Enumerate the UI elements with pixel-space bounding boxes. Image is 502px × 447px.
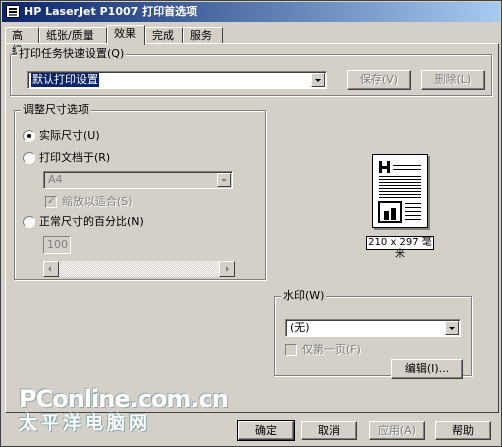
- print-document-on-label: 打印文档于(R): [39, 151, 111, 164]
- window-title: HP LaserJet P1007 打印首选项: [24, 5, 198, 18]
- quick-sets-value: 默认打印设置: [31, 73, 99, 87]
- chevron-down-icon[interactable]: [217, 173, 231, 187]
- first-page-only-label: 仅第一页(F): [302, 343, 361, 356]
- watermark-value: (无): [290, 321, 310, 334]
- help-button[interactable]: 帮助: [435, 421, 491, 440]
- percent-slider[interactable]: [43, 261, 235, 277]
- tab-effects[interactable]: 效果: [107, 25, 145, 45]
- percent-of-normal-label: 正常尺寸的百分比(N): [39, 215, 144, 228]
- save-quickset-button[interactable]: 保存(V): [347, 70, 411, 90]
- watermarks-group-label: 水印(W): [281, 289, 327, 303]
- printer-icon: [6, 5, 20, 18]
- page-preview: [372, 154, 428, 228]
- quick-sets-group: 打印任务快速设置(Q) 默认打印设置 保存(V) 删除(L): [10, 47, 492, 96]
- quick-sets-group-label: 打印任务快速设置(Q): [17, 47, 127, 61]
- paper-size-caption: 210 x 297 毫米: [366, 236, 434, 260]
- title-bar[interactable]: HP LaserJet P1007 打印首选项: [2, 2, 500, 22]
- resizing-options-group-label: 调整尺寸选项: [21, 103, 91, 117]
- printing-preferences-window: HP LaserJet P1007 打印首选项 高级 纸张/质量 效果 完成 服…: [0, 0, 502, 447]
- scale-to-fit-label: 缩放以适合(S): [62, 195, 133, 208]
- tab-advanced[interactable]: 高级: [5, 27, 39, 57]
- scroll-left-icon[interactable]: [43, 261, 59, 277]
- checkbox-indicator[interactable]: [285, 344, 297, 356]
- tab-services[interactable]: 服务: [183, 27, 223, 44]
- edit-watermark-button[interactable]: 编辑(I)...: [391, 359, 463, 379]
- paper-size-dropdown[interactable]: A4: [43, 171, 233, 189]
- scroll-right-icon[interactable]: [219, 261, 235, 277]
- scale-to-fit-checkbox[interactable]: 缩放以适合(S): [45, 194, 195, 209]
- percent-input[interactable]: 100: [43, 236, 71, 254]
- actual-size-radio[interactable]: 实际尺寸(U): [23, 129, 203, 143]
- actual-size-label: 实际尺寸(U): [39, 129, 100, 142]
- delete-quickset-button[interactable]: 删除(L): [421, 70, 485, 90]
- tab-finishing[interactable]: 完成: [145, 27, 183, 44]
- cancel-button[interactable]: 取消: [301, 421, 357, 440]
- resizing-options-group: 调整尺寸选项 实际尺寸(U) 打印文档于(R) A4 缩放以适合(S) 正常尺寸…: [14, 103, 266, 280]
- chevron-down-icon[interactable]: [445, 321, 459, 335]
- percent-of-normal-radio[interactable]: 正常尺寸的百分比(N): [23, 215, 223, 229]
- tab-paper-quality[interactable]: 纸张/质量: [39, 27, 107, 44]
- quick-sets-dropdown[interactable]: 默认打印设置: [27, 71, 327, 89]
- radio-indicator[interactable]: [23, 152, 35, 164]
- radio-indicator[interactable]: [23, 216, 35, 228]
- paper-size-value: A4: [48, 173, 63, 186]
- watermarks-group: 水印(W) (无) 仅第一页(F) 编辑(I)...: [274, 289, 472, 379]
- effects-tab-panel: 打印任务快速设置(Q) 默认打印设置 保存(V) 删除(L) 调整尺寸选项 实际…: [5, 43, 499, 413]
- checkbox-indicator[interactable]: [45, 194, 57, 208]
- print-document-on-radio[interactable]: 打印文档于(R): [23, 151, 203, 165]
- chevron-down-icon[interactable]: [311, 73, 325, 87]
- first-page-only-checkbox[interactable]: 仅第一页(F): [285, 343, 405, 357]
- document-preview-icon: [378, 161, 421, 223]
- apply-button[interactable]: 应用(A): [369, 421, 425, 440]
- radio-indicator[interactable]: [23, 130, 35, 142]
- ok-button[interactable]: 确定: [237, 420, 295, 441]
- watermark-dropdown[interactable]: (无): [285, 319, 461, 337]
